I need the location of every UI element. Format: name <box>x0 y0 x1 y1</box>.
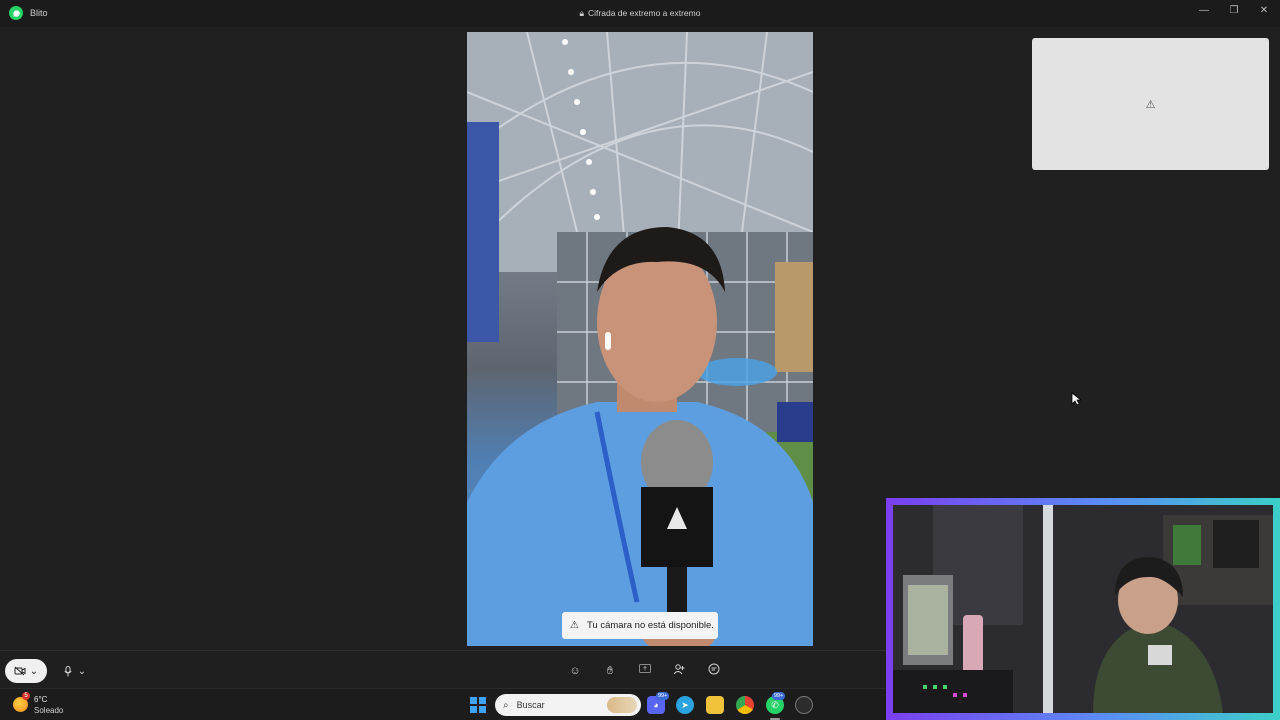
file-explorer-icon[interactable] <box>706 696 724 714</box>
chevron-down-icon[interactable]: ⌄ <box>30 666 38 677</box>
chevron-down-icon[interactable]: ⌄ <box>78 666 86 677</box>
encryption-status: 🔒︎ Cifrada de extremo a extremo <box>0 8 1280 19</box>
weather-badge: 5 <box>22 692 30 700</box>
warning-icon: ⚠︎ <box>1145 98 1156 111</box>
obs-icon[interactable] <box>795 696 813 714</box>
call-controls-bar: ⌄ ⌄ ☺ ✋︎ <box>0 650 887 688</box>
search-placeholder: Buscar <box>516 700 545 710</box>
search-icon: ⌕ <box>503 699 509 711</box>
camera-off-icon <box>14 666 26 676</box>
self-preview-tile[interactable]: ⚠︎ <box>1032 38 1269 170</box>
chat-icon[interactable] <box>706 663 722 679</box>
remote-video-scene <box>467 32 813 646</box>
camera-toast-text: Tu cámara no está disponible. <box>586 620 714 631</box>
microphone-icon <box>64 665 72 676</box>
emoji-icon[interactable]: ☺ <box>567 663 583 679</box>
whatsapp-badge: 99+ <box>772 692 786 700</box>
share-screen-icon[interactable] <box>637 663 653 679</box>
add-participant-icon[interactable] <box>671 663 687 679</box>
camera-toggle-button[interactable]: ⌄ <box>5 659 47 683</box>
taskbar-search[interactable]: ⌕ Buscar <box>495 694 641 716</box>
search-highlight-image <box>607 697 637 713</box>
warning-icon: ⚠︎ <box>570 620 579 631</box>
discord-badge: 99+ <box>656 692 670 700</box>
encryption-label: Cifrada de extremo a extremo <box>588 8 701 18</box>
windows-start-icon[interactable] <box>470 697 486 713</box>
maximize-button[interactable]: ❐ <box>1224 4 1244 18</box>
weather-temperature[interactable]: 6°C <box>34 695 47 704</box>
lock-icon: 🔒︎ <box>579 8 585 18</box>
camera-unavailable-toast: ⚠︎ Tu cámara no está disponible. <box>562 612 718 639</box>
streamer-webcam-overlay <box>886 498 1280 720</box>
mouse-cursor-icon <box>1071 392 1081 406</box>
minimize-button[interactable]: — <box>1194 4 1214 18</box>
raise-hand-icon[interactable]: ✋︎ <box>602 663 618 679</box>
close-button[interactable]: ✕ <box>1254 4 1274 18</box>
microphone-toggle-button[interactable]: ⌄ <box>55 659 95 683</box>
title-bar: Blito 🔒︎ Cifrada de extremo a extremo — ❐… <box>0 0 1280 27</box>
remote-video[interactable] <box>467 32 813 646</box>
chrome-icon[interactable] <box>736 696 754 714</box>
telegram-icon[interactable]: ➤ <box>676 696 694 714</box>
webcam-scene <box>893 505 1273 713</box>
webcam-feed <box>893 505 1273 713</box>
weather-description[interactable]: Soleado <box>34 706 63 715</box>
